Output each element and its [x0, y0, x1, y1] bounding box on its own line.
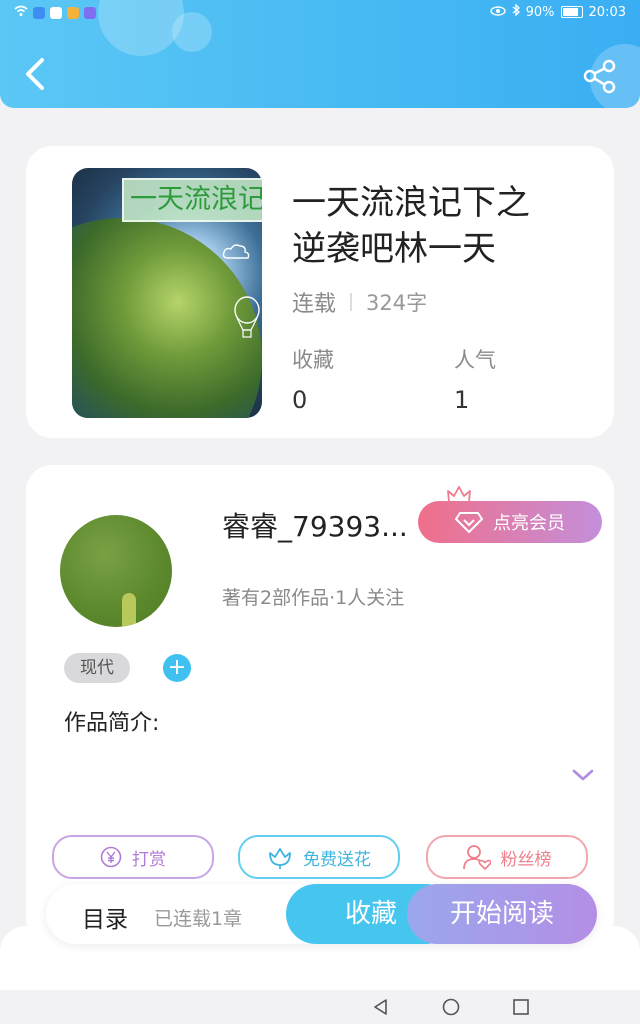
- clock: 20:03: [588, 4, 626, 20]
- top-header: 90% 20:03: [0, 0, 640, 108]
- share-button[interactable]: [582, 58, 618, 94]
- book-cover[interactable]: 一天流浪记: [72, 168, 262, 418]
- flower-icon: [269, 848, 291, 869]
- word-count: 324字: [366, 291, 428, 315]
- nav-recents-icon[interactable]: [512, 998, 530, 1016]
- author-stats: 著有2部作品·1人关注: [222, 587, 405, 609]
- start-reading-button[interactable]: 开始阅读: [407, 884, 597, 944]
- reward-label: 打赏: [132, 849, 166, 870]
- nav-back-icon[interactable]: [372, 998, 390, 1016]
- add-tag-button[interactable]: +: [163, 654, 191, 682]
- app-icon: [50, 7, 62, 19]
- battery-percent: 90%: [525, 4, 555, 20]
- cover-title: 一天流浪记: [122, 178, 262, 222]
- book-title-line: 一天流浪记下之: [292, 183, 530, 223]
- fan-heart-icon: [462, 845, 491, 870]
- cloud-icon: [222, 244, 250, 259]
- avatar[interactable]: [60, 515, 172, 627]
- genre-tag[interactable]: 现代: [64, 653, 130, 683]
- battery-icon: [560, 6, 583, 18]
- app-icon: [67, 7, 79, 19]
- vip-label: 点亮会员: [493, 513, 565, 534]
- wifi-icon: [14, 5, 28, 21]
- status-bar: 90% 20:03: [0, 0, 640, 26]
- bottom-action-bar: 目录 已连载1章 收藏 开始阅读: [46, 884, 597, 944]
- eye-icon: [489, 5, 506, 20]
- chevron-down-icon: [572, 769, 594, 781]
- balloon-icon: [234, 296, 260, 338]
- send-flower-button[interactable]: 免费送花: [238, 835, 400, 879]
- avatar-cactus: [122, 593, 136, 627]
- author-card: 睿睿_79393... 点亮会员 著有2部作品·1人关注 现代 + 作品简介: …: [26, 465, 614, 945]
- book-info-card: 一天流浪记 一天流浪记下之 逆袭吧林一天 连载 324字 收藏 0 人气 1: [26, 146, 614, 438]
- app-icon: [33, 7, 45, 19]
- status-icons: [14, 5, 96, 21]
- favorites-label: 收藏: [292, 348, 334, 372]
- expand-intro-button[interactable]: [570, 765, 596, 785]
- popularity-label: 人气: [454, 348, 496, 372]
- divider: [350, 293, 353, 311]
- system-nav-bar: [0, 990, 640, 1024]
- author-name[interactable]: 睿睿_79393...: [222, 505, 422, 545]
- book-status: 连载: [292, 292, 337, 317]
- favorites-value: 0: [292, 386, 308, 414]
- status-right: 90% 20:03: [489, 3, 626, 20]
- chapter-count: 已连载1章: [154, 908, 243, 930]
- fans-label: 粉丝榜: [500, 849, 552, 870]
- toc-button[interactable]: 目录: [82, 900, 128, 934]
- flower-label: 免费送花: [303, 849, 371, 870]
- book-meta: 连载 324字: [292, 286, 427, 318]
- popularity-value: 1: [454, 386, 470, 414]
- nav-home-icon[interactable]: [442, 998, 460, 1016]
- intro-label: 作品简介:: [64, 711, 160, 736]
- app-icon: [84, 7, 96, 19]
- diamond-icon: [455, 512, 483, 533]
- book-title: 一天流浪记下之 逆袭吧林一天: [292, 180, 592, 272]
- vip-button[interactable]: 点亮会员: [418, 501, 602, 543]
- yen-icon: [100, 846, 122, 868]
- bluetooth-icon: [512, 3, 520, 20]
- share-icon: [583, 59, 616, 94]
- reward-button[interactable]: 打赏: [52, 835, 214, 879]
- chevron-left-icon: [26, 58, 44, 90]
- book-title-line: 逆袭吧林一天: [292, 229, 496, 269]
- fans-ranking-button[interactable]: 粉丝榜: [426, 835, 588, 879]
- back-button[interactable]: [18, 54, 54, 94]
